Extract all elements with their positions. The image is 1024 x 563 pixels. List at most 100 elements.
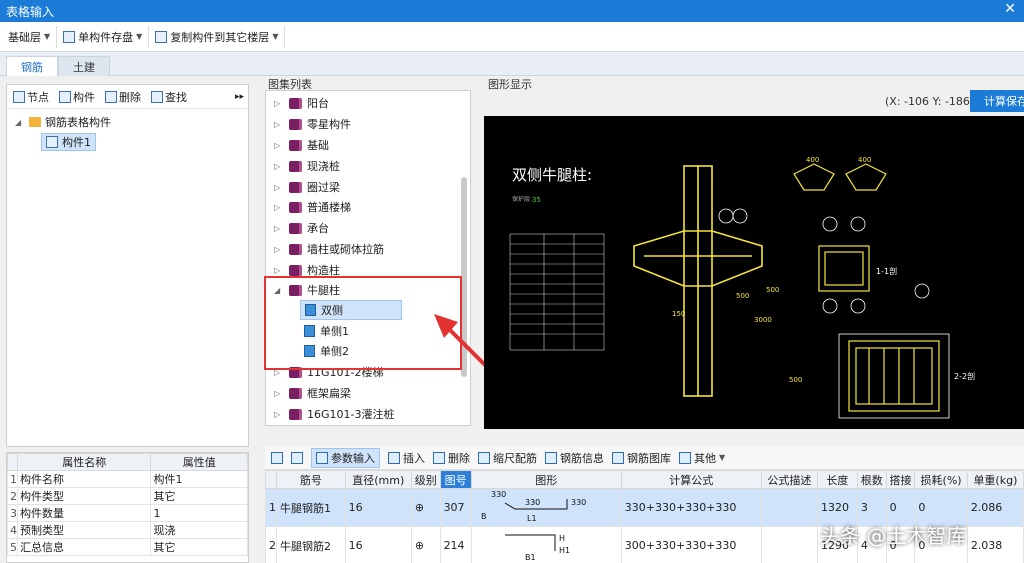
expand-triangle-icon[interactable]: ▷ (274, 120, 284, 129)
delete-icon (433, 451, 445, 464)
expand-triangle-icon[interactable]: ▷ (274, 183, 284, 192)
svg-text:H: H (559, 534, 565, 543)
prop-value-cell[interactable]: 1 (150, 504, 248, 522)
arrow-up-icon (271, 451, 283, 464)
graphic-display-label: 图形显示 (488, 78, 532, 91)
expand-triangle-icon[interactable]: ▷ (274, 224, 284, 233)
copy-icon (155, 30, 168, 43)
table-row[interactable]: 4 预制类型 现浇 (7, 521, 248, 539)
collapse-triangle-icon[interactable]: ◢ (15, 118, 25, 127)
book-icon (289, 387, 302, 399)
delete-icon (105, 90, 117, 103)
table-row[interactable]: 5 汇总信息 其它 (7, 538, 248, 556)
add-node-button[interactable]: 节点 (13, 89, 49, 105)
prop-value-cell[interactable]: 其它 (150, 487, 248, 505)
rebar-info-button[interactable]: 钢筋信息 (545, 450, 604, 466)
section-2-2-label: 2-2剖 (954, 371, 975, 381)
expand-triangle-icon[interactable]: ▷ (274, 389, 284, 398)
expand-triangle-icon[interactable]: ▷ (274, 410, 284, 419)
dimension-numbers: 400 400 500 150 500 3000 500 (672, 156, 871, 384)
tree-root-label: 钢筋表格构件 (45, 116, 111, 129)
book-icon (289, 201, 302, 213)
component-tree-panel: 节点 构件 删除 查找 ▸▸ ◢ 钢筋表格构件 构件1 (6, 84, 249, 447)
scale-rebar-button[interactable]: 缩尺配筋 (478, 450, 537, 466)
chevron-down-icon: ▼ (272, 32, 279, 41)
atlas-item[interactable]: ▷ 承台 (274, 218, 329, 238)
svg-text:3000: 3000 (754, 316, 772, 324)
book-icon (289, 97, 302, 109)
atlas-item[interactable]: ▷ 基础 (274, 135, 329, 155)
tree-root[interactable]: ◢ 钢筋表格构件 (15, 113, 111, 131)
main-toolbar: 基础层 ▼ 单构件存盘 ▼ 复制构件到其它楼层 ▼ (0, 22, 1024, 52)
find-button[interactable]: 查找 (151, 89, 187, 105)
col-header-bar-no: 筋号 (276, 470, 346, 489)
chevron-down-icon: ▼ (719, 453, 726, 462)
col-header-unit-weight: 单重(kg) (966, 470, 1024, 489)
shape-cell[interactable]: H H1 B1 (470, 526, 622, 563)
other-menu-button[interactable]: 其他 ▼ (679, 450, 725, 466)
atlas-item[interactable]: ▷ 阳台 (274, 93, 329, 113)
delete-row-button[interactable]: 删除 (433, 450, 470, 466)
prop-value-cell[interactable]: 现浇 (150, 521, 248, 539)
expand-panel-icon[interactable]: ▸▸ (235, 92, 244, 102)
book-icon (289, 222, 302, 234)
atlas-item[interactable]: ▷ 普通楼梯 (274, 197, 351, 217)
tab-strip: 钢筋 土建 (0, 52, 1024, 76)
table-row[interactable]: 2 构件类型 其它 (7, 487, 248, 505)
prop-value-cell[interactable]: 构件1 (150, 470, 248, 488)
save-component-button[interactable]: 单构件存盘 ▼ (57, 25, 150, 48)
corbel-rebar-shapes (793, 163, 887, 191)
add-node-label: 节点 (27, 90, 49, 104)
shape-cell[interactable]: 330 330 330 B L1 (470, 488, 622, 527)
atlas-item[interactable]: ▷ 墙柱或砌体拉筋 (274, 239, 384, 259)
prop-value-cell[interactable]: 其它 (150, 538, 248, 556)
tree-toolbar: 节点 构件 删除 查找 ▸▸ (7, 85, 248, 109)
atlas-item[interactable]: ▷ 现浇桩 (274, 156, 340, 176)
library-icon (612, 451, 624, 464)
calc-save-button[interactable]: 计算保存 (970, 90, 1024, 112)
move-up-button[interactable] (271, 451, 283, 464)
atlas-item[interactable]: ▷ 圈过梁 (274, 177, 340, 197)
insert-icon (388, 451, 400, 464)
section-2-2 (848, 340, 940, 412)
rebar-table-panel: 筋号 直径(mm) 级别 图号 图形 计算公式 公式描述 长度 根数 搭接 损耗… (265, 470, 1024, 563)
copy-to-floors-button[interactable]: 复制构件到其它楼层 ▼ (149, 25, 286, 48)
close-icon[interactable]: ✕ (1004, 1, 1016, 17)
watermark: 头条 @土木智库 (820, 524, 967, 548)
param-input-button[interactable]: 参数输入 (311, 447, 380, 468)
tree-item-label: 构件1 (62, 136, 91, 149)
table-row[interactable]: 3 构件数量 1 (7, 504, 248, 522)
rebar-shape-drawing: 330 330 330 B L1 (481, 490, 586, 523)
atlas-item[interactable]: ▷ 16G101-3灌注桩 (274, 404, 394, 424)
atlas-item[interactable]: ▷ 零星构件 (274, 114, 351, 134)
expand-triangle-icon[interactable]: ▷ (274, 141, 284, 150)
expand-triangle-icon[interactable]: ▷ (274, 203, 284, 212)
properties-panel: 属性名称 属性值 1 构件名称 构件1 2 构件类型 其它 3 构件数量 1 4 预制类型 现浇… (6, 452, 249, 563)
tab-civil[interactable]: 土建 (58, 56, 110, 76)
node-icon (13, 90, 25, 103)
rebar-drawing-canvas[interactable]: 双侧牛腿柱: 保护层: 35 1-1剖 2-2剖 400 400 500 150… (484, 116, 1024, 429)
param-icon (316, 451, 328, 464)
other-icon (679, 451, 691, 464)
expand-triangle-icon[interactable]: ▷ (274, 245, 284, 254)
rebar-library-button[interactable]: 钢筋图库 (612, 450, 671, 466)
expand-triangle-icon[interactable]: ▷ (274, 162, 284, 171)
tab-rebar[interactable]: 钢筋 (6, 56, 58, 76)
atlas-item[interactable]: ▷ 框架扁梁 (274, 383, 351, 403)
tree-item-component1[interactable]: 构件1 (41, 133, 96, 151)
svg-text:L1: L1 (527, 514, 537, 523)
col-header-count: 根数 (856, 470, 887, 489)
add-component-label: 构件 (73, 90, 95, 104)
highlight-box (264, 276, 462, 370)
expand-triangle-icon[interactable]: ▷ (274, 99, 284, 108)
insert-button[interactable]: 插入 (388, 450, 425, 466)
move-down-button[interactable] (291, 451, 303, 464)
table-row[interactable]: 1 构件名称 构件1 (7, 470, 248, 488)
add-component-button[interactable]: 构件 (59, 89, 95, 105)
col-header-index (265, 470, 277, 489)
delete-button[interactable]: 删除 (105, 89, 141, 105)
floor-select[interactable]: 基础层 ▼ (2, 25, 58, 48)
expand-triangle-icon[interactable]: ▷ (274, 266, 284, 275)
window-title: 表格输入 (6, 5, 55, 19)
col-header-lap: 搭接 (885, 470, 916, 489)
